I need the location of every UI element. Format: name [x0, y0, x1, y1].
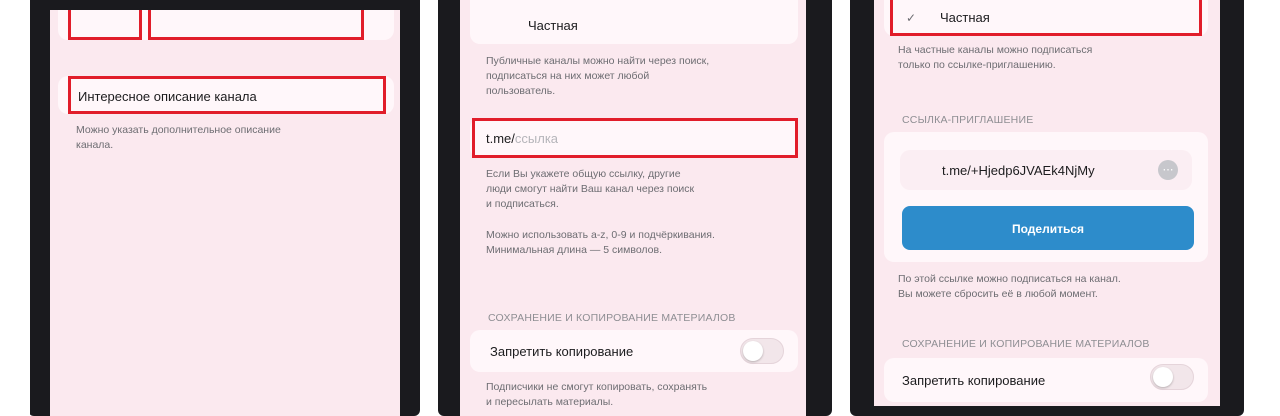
restrict-label: Запретить копирование — [490, 344, 634, 359]
page-edge — [0, 0, 30, 416]
screen-1: Интересное описание канала Можно указать… — [50, 10, 400, 416]
restrict-label: Запретить копирование — [902, 373, 1046, 388]
description-input[interactable]: Интересное описание канала — [78, 89, 257, 104]
more-icon[interactable]: ⋯ — [1158, 160, 1178, 180]
phone-frame-3: ✓ Частная На частные каналы можно подпис… — [850, 0, 1244, 416]
toggle-knob — [1153, 367, 1173, 387]
link-input[interactable]: t.me/ссылка — [486, 131, 558, 146]
type-hint: На частные каналы можно подписаться толь… — [898, 44, 1093, 71]
section-invite-header: ССЫЛКА-ПРИГЛАШЕНИЕ — [902, 114, 1034, 126]
link-prefix: t.me/ — [486, 131, 515, 146]
share-hint: По этой ссылке можно подписаться на кана… — [898, 273, 1121, 300]
type-option-private[interactable]: Частная — [940, 10, 990, 25]
highlight-channel-name — [148, 10, 364, 40]
type-option-private[interactable]: Частная — [528, 18, 578, 33]
screen-3: ✓ Частная На частные каналы можно подпис… — [874, 0, 1220, 406]
section-copy-header: СОХРАНЕНИЕ И КОПИРОВАНИЕ МАТЕРИАЛОВ — [902, 338, 1150, 350]
checkmark-icon: ✓ — [906, 11, 917, 25]
highlight-avatar — [68, 10, 142, 40]
phone-frame-1: Интересное описание канала Можно указать… — [28, 0, 420, 416]
highlight-type-option — [890, 0, 1202, 36]
screen-2: Частная Публичные каналы можно найти чер… — [460, 0, 806, 416]
section-copy-header: СОХРАНЕНИЕ И КОПИРОВАНИЕ МАТЕРИАЛОВ — [488, 312, 736, 324]
link-hint-1: Если Вы укажете общую ссылку, другие люд… — [486, 168, 695, 210]
type-hint: Публичные каналы можно найти через поиск… — [486, 55, 710, 97]
link-placeholder: ссылка — [514, 131, 559, 146]
description-hint: Можно указать дополнительное описание ка… — [76, 124, 281, 151]
type-option-card[interactable] — [470, 0, 798, 44]
restrict-hint: Подписчики не смогут копировать, сохраня… — [486, 381, 708, 408]
link-hint-2: Можно использовать a-z, 0-9 и подчёркива… — [486, 229, 715, 256]
restrict-toggle[interactable] — [740, 338, 784, 364]
invite-link[interactable]: t.me/+Hjedp6JVAEk4NjMy — [942, 163, 1095, 178]
share-button-label: Поделиться — [1011, 222, 1085, 236]
phone-frame-2: Частная Публичные каналы можно найти чер… — [438, 0, 832, 416]
restrict-toggle[interactable] — [1150, 364, 1194, 390]
toggle-knob — [743, 341, 763, 361]
